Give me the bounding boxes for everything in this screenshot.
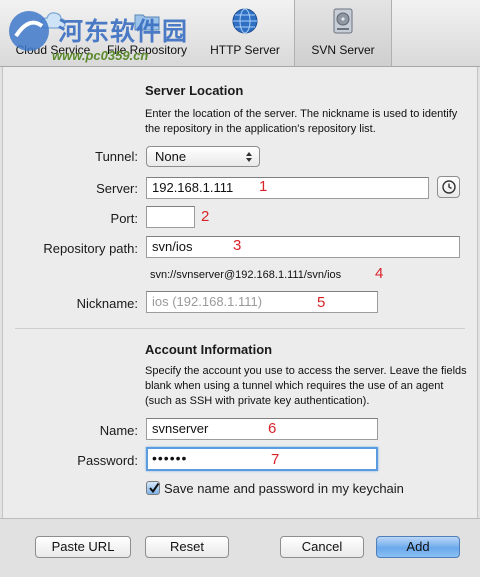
add-button[interactable]: Add [376, 536, 460, 558]
port-field[interactable] [146, 206, 195, 228]
server-location-heading: Server Location [145, 83, 244, 98]
hard-drive-icon [333, 8, 353, 34]
svn-server-sheet [2, 67, 478, 576]
server-browse-button[interactable] [437, 176, 460, 198]
paste-url-button[interactable]: Paste URL [35, 536, 131, 558]
reset-button[interactable]: Reset [145, 536, 229, 558]
repository-url-preview: svn://svnserver@192.168.1.111/svn/ios [150, 269, 342, 281]
section-divider [15, 328, 465, 329]
server-location-description: Enter the location of the server. The ni… [145, 108, 458, 135]
password-label: Password: [77, 453, 138, 468]
annotation-number: 1 [259, 178, 268, 195]
server-field[interactable]: 192.168.1.111 [146, 177, 429, 199]
tab-svn-server[interactable]: SVN Server [294, 0, 392, 66]
name-field[interactable]: svnserver [146, 418, 378, 440]
cancel-button[interactable]: Cancel [280, 536, 364, 558]
annotation-number: 5 [317, 294, 326, 311]
account-information-description: Specify the account you use to access th… [145, 365, 467, 407]
watermark-logo: 河东软件园 www.pc0359.cn [6, 8, 236, 64]
account-information-heading: Account Information [145, 342, 273, 357]
annotation-number: 6 [268, 420, 277, 437]
chevron-up-down-icon [246, 152, 252, 162]
logo-icon [9, 11, 49, 51]
watermark-title: 河东软件园 [58, 17, 189, 46]
checkmark-icon [149, 482, 160, 494]
repository-path-field[interactable]: svn/ios [146, 236, 460, 258]
annotation-number: 3 [233, 237, 242, 254]
keychain-label: Save name and password in my keychain [164, 481, 404, 496]
keychain-checkbox[interactable] [146, 481, 160, 495]
toolbar: Cloud Service File Repository HTTP Serve… [0, 0, 480, 67]
tab-label: SVN Server [311, 43, 375, 57]
watermark-url: www.pc0359.cn [52, 48, 149, 63]
annotation-number: 7 [271, 451, 280, 468]
repository-path-label: Repository path: [43, 241, 138, 256]
annotation-number: 4 [375, 265, 384, 282]
tunnel-select-value: None [155, 149, 187, 164]
name-label: Name: [99, 423, 138, 438]
server-label: Server: [96, 181, 138, 196]
nickname-field[interactable]: ios (192.168.1.111) [146, 291, 378, 313]
password-field[interactable]: •••••• [146, 447, 378, 471]
annotation-number: 2 [201, 208, 210, 225]
tunnel-select[interactable]: None [146, 146, 260, 167]
clock-icon [442, 180, 456, 194]
nickname-label: Nickname: [76, 296, 138, 311]
tunnel-label: Tunnel: [95, 149, 138, 164]
port-label: Port: [110, 211, 138, 226]
